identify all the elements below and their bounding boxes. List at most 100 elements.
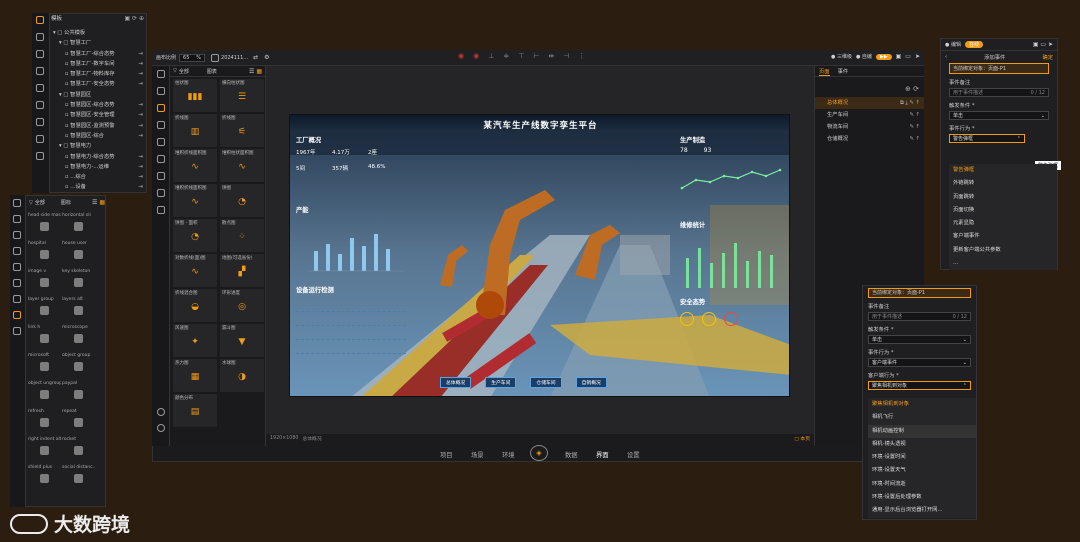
template-icon[interactable] <box>13 199 21 207</box>
panel-toolbar-icons[interactable]: ▣ ▭ ➤ <box>1033 41 1053 48</box>
page-item-actions-icon[interactable]: ⧉ ⤓ ✎ ↑ <box>900 97 920 109</box>
image-icon[interactable] <box>157 155 165 163</box>
asset-item[interactable]: head side mas <box>28 212 61 239</box>
image-icon[interactable] <box>13 279 21 287</box>
tree-item[interactable]: ▫ ...设备 ⇥ <box>53 182 145 191</box>
puzzle-icon[interactable] <box>13 311 21 319</box>
chart-template[interactable]: 对数折线(面)图 ∿ <box>173 254 217 287</box>
action-option[interactable]: 警告弹框 <box>949 164 1057 177</box>
tree-item[interactable]: ▾ □ 公共模板 <box>53 28 145 38</box>
tab-events[interactable]: 事件 <box>838 67 849 75</box>
client-action-select[interactable]: 聚焦相机到对象 ⌃ <box>868 381 971 390</box>
chart-template[interactable]: 柱状图 ▮▮▮ <box>173 79 217 112</box>
insert-icon[interactable]: ⇥ <box>139 182 143 191</box>
tab-pages[interactable]: 页面 <box>819 67 830 76</box>
asset-item[interactable]: paypal <box>62 380 95 407</box>
save-icon[interactable]: ▣ <box>896 53 902 60</box>
asset-item[interactable]: shield plus <box>28 464 61 491</box>
grid-icon[interactable] <box>157 138 165 146</box>
tree-item[interactable]: ▫ ...综合 ⇥ <box>53 172 145 182</box>
gear-icon[interactable]: ⚙ <box>264 54 269 61</box>
page-item[interactable]: 生产车间 ✎ ↑ <box>815 109 924 121</box>
tree-item[interactable]: ▫ 智慧工厂-安全态势 ⇥ <box>53 79 145 89</box>
chart-template[interactable]: 风速图 ✦ <box>173 324 217 357</box>
scene-nav-button[interactable]: 自销概况 <box>575 377 607 388</box>
chart-template[interactable]: 堆积折线面积图 ∿ <box>173 149 217 182</box>
page-item-actions-icon[interactable]: ✎ ↑ <box>909 133 920 145</box>
asset-item[interactable]: key skeleton <box>62 268 95 295</box>
page-item-actions-icon[interactable]: ✎ ↑ <box>909 109 920 121</box>
action-option[interactable]: 页面切换 <box>949 204 1057 217</box>
insert-icon[interactable]: ⇥ <box>139 100 143 110</box>
align-center-icon[interactable]: ⇹ <box>548 52 554 60</box>
asset-item[interactable]: rocket <box>62 436 95 463</box>
asset-item[interactable]: layers alt <box>62 296 95 323</box>
insert-icon[interactable]: ⇥ <box>139 59 143 69</box>
asset-item[interactable]: microsoft <box>28 352 61 379</box>
tree-item[interactable]: ▫ 智慧电力-...运维 ⇥ <box>53 162 145 172</box>
tree-item[interactable]: ▫ 智慧工厂-综合态势 ⇥ <box>53 49 145 59</box>
tree-item[interactable]: ▫ 智慧工厂-数字车间 ⇥ <box>53 59 145 69</box>
layers-icon[interactable] <box>157 87 165 95</box>
grid-icon[interactable] <box>36 84 44 92</box>
client-action-option[interactable]: 通用-显示后台浏览器打开网... <box>868 504 976 517</box>
chart-template[interactable]: 堆积折线面积图 ∿ <box>173 184 217 217</box>
note-input[interactable]: 用于事件描述 0 / 12 <box>868 312 971 321</box>
nav-tab[interactable]: 设置 <box>627 450 640 459</box>
client-action-option[interactable]: 环境-设置天气 <box>868 464 976 477</box>
chart-template[interactable]: 水球图 ◑ <box>220 359 264 392</box>
action-option[interactable]: 外链跳转 <box>949 177 1057 190</box>
undo-icon[interactable]: ◉ <box>458 52 464 60</box>
tree-item[interactable]: ▫ 智慧园区-安全管理 ⇥ <box>53 110 145 120</box>
puzzle-icon[interactable] <box>36 152 44 160</box>
tree-item[interactable]: ▫ 智慧园区-监测预警 ⇥ <box>53 121 145 131</box>
filter-icon[interactable]: ▽ <box>173 68 177 74</box>
toggle-edit[interactable]: ● 自编 <box>856 53 872 60</box>
asset-item[interactable]: social distanc... <box>62 464 95 491</box>
insert-icon[interactable]: ⇥ <box>139 152 143 162</box>
chart-template[interactable]: 折线图 ▥ <box>173 114 217 147</box>
trigger-select[interactable]: 单击 ⌄ <box>868 335 971 344</box>
chart-template[interactable]: 地图(可选省份) ▞ <box>220 254 264 287</box>
view-toggle-icons[interactable]: ☰ ▦ <box>249 68 262 75</box>
action-option[interactable]: 客户端事件 <box>949 230 1057 243</box>
action-option[interactable]: ... <box>949 257 1057 270</box>
insert-icon[interactable]: ⇥ <box>139 121 143 131</box>
distribute-icon[interactable]: ⋮ <box>578 52 585 60</box>
network-icon[interactable] <box>157 189 165 197</box>
chart-template[interactable]: 散点图 ⁘ <box>220 219 264 252</box>
page-item-actions-icon[interactable]: ✎ ↑ <box>909 121 920 133</box>
tree-item[interactable]: ▾ □ 智慧电力 <box>53 141 145 151</box>
tree-item[interactable]: ▫ 智慧园区-综合 ⇥ <box>53 131 145 141</box>
table-icon[interactable] <box>36 67 44 75</box>
client-action-option[interactable]: 相机-镜头透视 <box>868 438 976 451</box>
asset-item[interactable]: object ungroup <box>28 380 61 407</box>
table-icon[interactable] <box>157 121 165 129</box>
trigger-select[interactable]: 单击 ⌄ <box>949 111 1049 120</box>
nav-tab[interactable]: 数据 <box>565 450 578 459</box>
insert-icon[interactable]: ⇥ <box>139 162 143 172</box>
chart-template[interactable]: 横向柱状图 ☰ <box>220 79 264 112</box>
chart-icon[interactable] <box>13 231 21 239</box>
asset-item[interactable]: house user <box>62 240 95 267</box>
preview-icon[interactable]: ▭ <box>905 53 911 60</box>
align-top-icon[interactable]: ⊥ <box>488 52 494 60</box>
template-icon[interactable] <box>36 16 44 24</box>
network-icon[interactable] <box>36 135 44 143</box>
confirm-button[interactable]: 确定 <box>1042 53 1053 61</box>
client-action-option[interactable]: 聚焦相机到对象 <box>868 398 976 411</box>
tree-item[interactable]: ▾ □ 智慧工厂 <box>53 38 145 48</box>
nav-tab[interactable]: 场景 <box>471 450 484 459</box>
redo-icon[interactable]: ◉ <box>473 52 479 60</box>
run-toggle[interactable]: ▶▶ <box>875 53 892 60</box>
digital-twin-scene[interactable]: 某汽车生产线数字孪生平台 工厂概况 1967年 4.17万 2座 5间 357辆 48.6… <box>289 114 790 397</box>
tree-item[interactable]: ▫ 智慧园区-综合态势 ⇥ <box>53 100 145 110</box>
asset-item[interactable]: repeat <box>62 408 95 435</box>
chart-icon[interactable] <box>36 50 44 58</box>
publish-icon[interactable]: ➤ <box>915 53 920 60</box>
chart-template[interactable]: 折线图 ⚟ <box>220 114 264 147</box>
asset-item[interactable]: refresh <box>28 408 61 435</box>
cube-icon[interactable] <box>157 172 165 180</box>
client-action-option[interactable]: 环境-设置时间 <box>868 451 976 464</box>
toggle-3d[interactable]: ● 三维级 <box>831 53 852 60</box>
